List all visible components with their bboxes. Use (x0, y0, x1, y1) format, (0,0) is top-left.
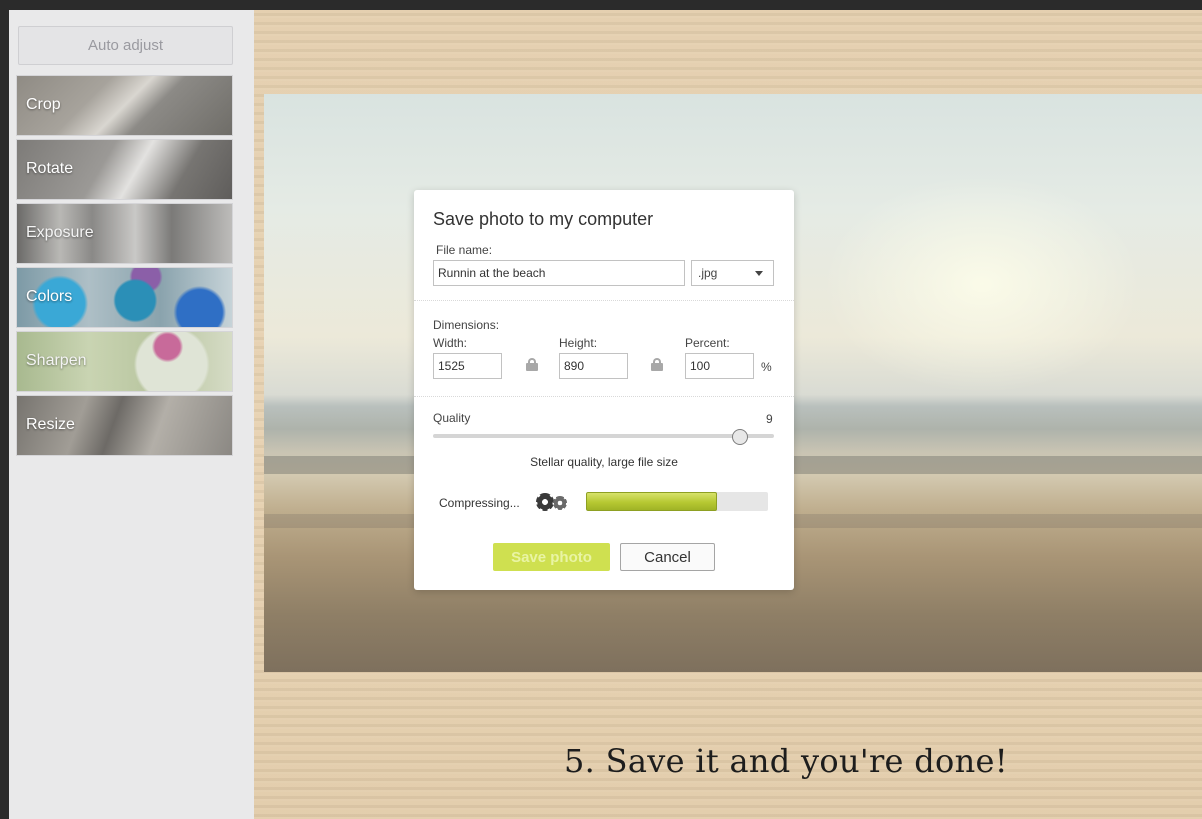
tool-exposure-label: Exposure (26, 224, 94, 241)
lock-icon[interactable] (651, 358, 663, 371)
width-input[interactable]: 1525 (433, 353, 502, 379)
percent-input[interactable]: 100 (685, 353, 754, 379)
save-photo-button[interactable]: Save photo (493, 543, 610, 571)
chevron-down-icon (755, 271, 763, 276)
percent-label: Percent: (685, 336, 730, 350)
dimensions-label: Dimensions: (433, 318, 500, 332)
tool-colors[interactable]: Colors (16, 267, 233, 328)
tool-crop-label: Crop (26, 96, 61, 113)
section-divider (414, 300, 794, 301)
tool-crop[interactable]: Crop (16, 75, 233, 136)
cancel-button[interactable]: Cancel (620, 543, 715, 571)
auto-adjust-button[interactable]: Auto adjust (18, 26, 233, 65)
format-select[interactable]: .jpg (691, 260, 774, 286)
format-select-value: .jpg (698, 266, 718, 280)
quality-slider-track[interactable] (433, 434, 774, 438)
photo-sun-glow (822, 174, 1142, 394)
height-label: Height: (559, 336, 598, 350)
file-name-label: File name: (436, 243, 493, 257)
quality-slider-handle[interactable] (731, 429, 748, 445)
lock-icon[interactable] (526, 358, 538, 371)
quality-value: 9 (766, 412, 773, 426)
tool-sharpen-label: Sharpen (26, 352, 87, 369)
compress-progress-bar (586, 492, 768, 511)
tool-exposure[interactable]: Exposure (16, 203, 233, 264)
percent-unit: % (761, 360, 772, 374)
window-frame-left (0, 0, 9, 819)
save-photo-dialog: Save photo to my computer File name: Run… (414, 190, 794, 590)
tool-colors-label: Colors (26, 288, 73, 305)
tool-rotate[interactable]: Rotate (16, 139, 233, 200)
quality-description: Stellar quality, large file size (530, 455, 678, 469)
file-name-input[interactable]: Runnin at the beach (433, 260, 685, 286)
tool-sharpen[interactable]: Sharpen (16, 331, 233, 392)
tool-rotate-label: Rotate (26, 160, 74, 177)
tutorial-caption: 5. Save it and you're done! (564, 742, 1008, 780)
compressing-label: Compressing... (439, 496, 520, 510)
compress-progress-fill (586, 492, 718, 511)
width-label: Width: (433, 336, 468, 350)
height-input[interactable]: 890 (559, 353, 628, 379)
dialog-title: Save photo to my computer (433, 209, 654, 229)
section-divider (414, 396, 794, 397)
tools-sidebar: Auto adjust Crop Rotate Exposure Colors … (9, 10, 254, 819)
window-frame-top (0, 0, 1202, 10)
tool-resize-label: Resize (26, 416, 75, 433)
gears-icon (536, 491, 574, 513)
quality-label: Quality (433, 411, 471, 425)
tool-resize[interactable]: Resize (16, 395, 233, 456)
